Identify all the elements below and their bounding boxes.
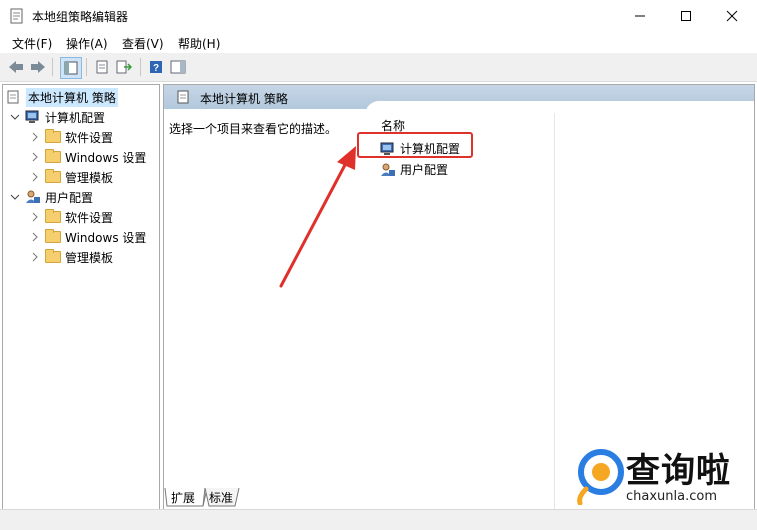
view-tabs: 扩展 标准 (163, 488, 413, 508)
tab-extended[interactable]: 扩展 (171, 488, 195, 506)
watermark-domain: chaxunla.com (626, 489, 717, 504)
watermark: 查询啦 chaxunla.com (574, 441, 757, 509)
status-bar (0, 509, 757, 530)
watermark-logo-icon (577, 449, 624, 505)
watermark-brand: 查询啦 (626, 451, 731, 491)
tab-standard[interactable]: 标准 (209, 488, 233, 506)
